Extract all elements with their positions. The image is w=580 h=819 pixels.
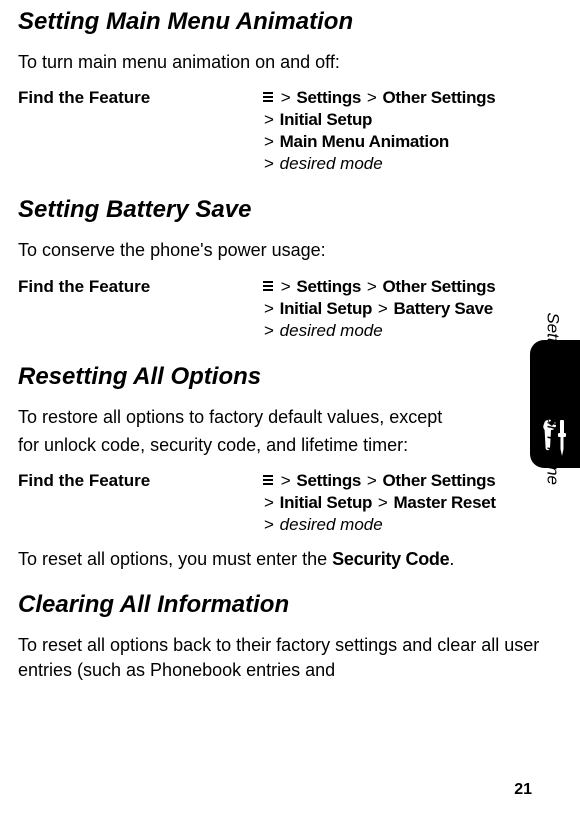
path-sep: > [264, 493, 274, 512]
find-feature-label: Find the Feature [18, 471, 263, 491]
heading-battery-save: Setting Battery Save [18, 196, 550, 224]
menu-icon [263, 276, 273, 296]
security-note-after: . [449, 549, 454, 569]
path-settings: Settings [296, 277, 361, 296]
path-desired-mode: desired mode [280, 154, 383, 173]
path-sep: > [264, 515, 274, 534]
side-section-label: Setting Up Your Phone [543, 312, 563, 485]
intro-main-menu-animation: To turn main menu animation on and off: [18, 50, 550, 74]
find-feature-label: Find the Feature [18, 88, 263, 108]
page-number: 21 [514, 781, 532, 799]
path-sep: > [367, 277, 377, 296]
path-sep: > [367, 88, 377, 107]
find-feature-label: Find the Feature [18, 277, 263, 297]
path-sep: > [378, 299, 388, 318]
feature-path-reset: > Settings > Other Settings > Initial Se… [263, 471, 496, 537]
path-sep: > [367, 471, 377, 490]
path-master-reset: Master Reset [394, 493, 496, 512]
path-initial-setup: Initial Setup [280, 493, 372, 512]
heading-main-menu-animation: Setting Main Menu Animation [18, 8, 550, 36]
path-sep: > [281, 88, 291, 107]
path-sep: > [281, 277, 291, 296]
feature-path-mma: > Settings > Other Settings > Initial Se… [263, 88, 495, 176]
path-sep: > [264, 321, 274, 340]
path-desired-mode: desired mode [280, 515, 383, 534]
heading-resetting-options: Resetting All Options [18, 363, 550, 391]
menu-icon [263, 87, 273, 107]
path-sep: > [264, 110, 274, 129]
path-settings: Settings [296, 88, 361, 107]
path-other-settings: Other Settings [382, 471, 495, 490]
path-battery-save: Battery Save [394, 299, 493, 318]
path-sep: > [378, 493, 388, 512]
security-code-label: Security Code [332, 549, 449, 569]
security-note-before: To reset all options, you must enter the [18, 549, 332, 569]
heading-clearing-info: Clearing All Information [18, 591, 550, 619]
menu-icon [263, 470, 273, 490]
path-sep: > [264, 154, 274, 173]
intro-clearing-info: To reset all options back to their facto… [18, 633, 550, 682]
path-sep: > [281, 471, 291, 490]
path-other-settings: Other Settings [382, 277, 495, 296]
intro-resetting-1: To restore all options to factory defaul… [18, 405, 488, 429]
path-initial-setup: Initial Setup [280, 110, 372, 129]
intro-battery-save: To conserve the phone's power usage: [18, 238, 550, 262]
security-note: To reset all options, you must enter the… [18, 547, 550, 571]
path-initial-setup: Initial Setup [280, 299, 372, 318]
intro-resetting-2: for unlock code, security code, and life… [18, 433, 488, 457]
path-desired-mode: desired mode [280, 321, 383, 340]
feature-block-battery: Find the Feature > Settings > Other Sett… [18, 277, 550, 343]
path-mma: Main Menu Animation [280, 132, 449, 151]
feature-block-mma: Find the Feature > Settings > Other Sett… [18, 88, 550, 176]
path-sep: > [264, 132, 274, 151]
feature-path-battery: > Settings > Other Settings > Initial Se… [263, 277, 495, 343]
path-settings: Settings [296, 471, 361, 490]
path-sep: > [264, 299, 274, 318]
path-other-settings: Other Settings [382, 88, 495, 107]
feature-block-reset: Find the Feature > Settings > Other Sett… [18, 471, 550, 537]
